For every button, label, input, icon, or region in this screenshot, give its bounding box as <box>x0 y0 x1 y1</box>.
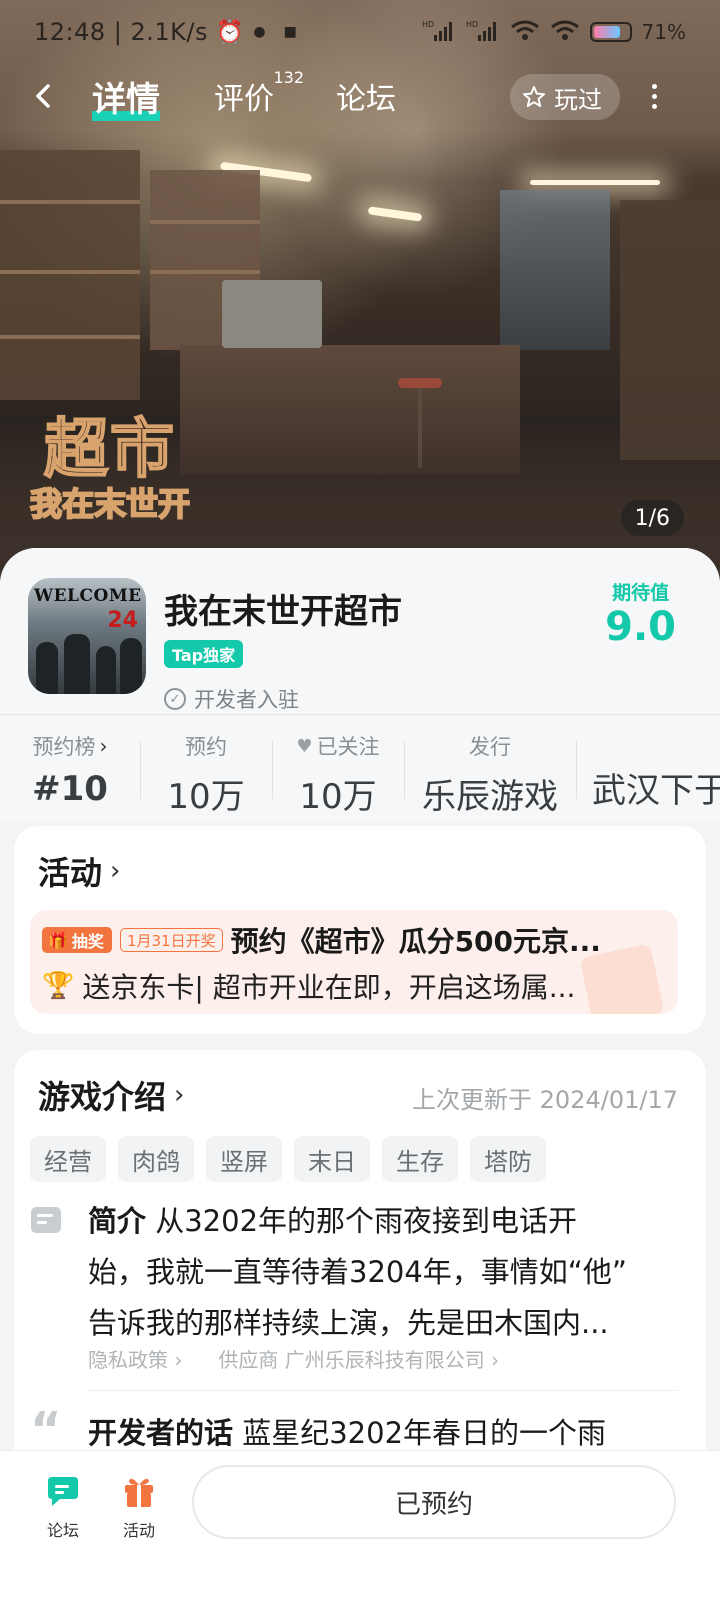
chat-bubble-icon <box>43 1471 83 1511</box>
expectation-score: 期待值 9.0 <box>605 582 676 650</box>
status-bar: 12:48 | 2.1K/s ⏰ ● ■ HD HD 71% <box>0 0 720 64</box>
draw-date-tag: 1月31日开奖 <box>119 928 223 952</box>
intro-links: 隐私政策 › 供应商 广州乐辰科技有限公司 › <box>88 1344 499 1373</box>
chevron-right-icon: › <box>174 1080 185 1110</box>
zombie-figure <box>36 642 58 694</box>
intro-section-title[interactable]: 游戏介绍 › <box>38 1072 184 1118</box>
activity-section-title[interactable]: 活动 › <box>38 848 120 894</box>
stat-reservation-rank[interactable]: 预约榜 › #10 <box>0 715 140 822</box>
hero-header: 12:48 | 2.1K/s ⏰ ● ■ HD HD 71% 详情 评价 132… <box>0 0 720 600</box>
summary-row[interactable]: 简介 从3202年的那个雨夜接到电话开 始，我就一直等待着3204年，事情如“他… <box>30 1196 660 1349</box>
tag-chip[interactable]: 经营 <box>30 1136 106 1182</box>
carousel-page-indicator: 1/6 <box>620 500 684 536</box>
supplier-link[interactable]: 供应商 广州乐辰科技有限公司 › <box>218 1344 499 1373</box>
chevron-left-icon <box>36 84 50 108</box>
last-updated: 上次更新于 2024/01/17 <box>412 1086 678 1114</box>
notification-icon: ■ <box>283 24 297 40</box>
tab-details[interactable]: 详情 <box>92 72 160 121</box>
shelf <box>620 200 720 460</box>
tab-reviews[interactable]: 评价 132 <box>214 68 304 118</box>
shelf-line <box>150 220 260 224</box>
shelf-line <box>0 200 140 204</box>
shelf-line <box>0 335 140 339</box>
svg-text:HD: HD <box>466 20 478 29</box>
zombie-figure <box>120 638 142 694</box>
alarm-icon: ⏰ <box>216 19 244 45</box>
top-nav: 详情 评价 132 论坛 玩过 <box>0 64 720 128</box>
lottery-tag: 🎁 抽奖 <box>42 927 112 953</box>
shop-window <box>500 190 610 350</box>
more-options-button[interactable] <box>644 76 664 116</box>
activity-item[interactable]: 🎁 抽奖 1月31日开奖 预约《超市》瓜分500元京... 🏆 送京东卡| 超市开… <box>30 910 678 1014</box>
battery-percent: 71% <box>641 20 686 44</box>
tag-chip[interactable]: 末日 <box>294 1136 370 1182</box>
wifi-icon <box>510 19 540 46</box>
gift-icon <box>119 1471 159 1511</box>
trophy-icon: 🏆 <box>42 971 75 1001</box>
reserved-button[interactable]: 已预约 <box>192 1465 676 1539</box>
ceiling-lamp <box>530 180 660 185</box>
status-time: 12:48 | 2.1K/s <box>34 18 209 46</box>
stat-publisher[interactable]: 发行 乐辰游戏 <box>404 715 576 822</box>
cash-register <box>222 280 322 348</box>
back-button[interactable] <box>0 64 92 128</box>
wifi-icon <box>550 19 580 46</box>
shelf-line <box>150 270 260 274</box>
reviews-count-badge: 132 <box>273 68 304 87</box>
svg-text:HD: HD <box>422 20 434 29</box>
signal-icon: HD <box>466 19 500 46</box>
chevron-right-icon: › <box>99 734 108 758</box>
stat-following[interactable]: ♥ 已关注 10万 <box>272 715 404 822</box>
game-detail-sheet: WELCOME 24 我在末世开超市 Tap独家 ✓ 开发者入驻 期待值 9.0… <box>0 548 720 1600</box>
tag-chip[interactable]: 塔防 <box>470 1136 546 1182</box>
tag-chip[interactable]: 生存 <box>382 1136 458 1182</box>
game-title: 我在末世开超市 <box>164 592 402 632</box>
activity-headline: 预约《超市》瓜分500元京... <box>230 925 601 958</box>
screenshot-carousel[interactable]: 超市 我在末世开 <box>0 140 720 570</box>
bottom-action-bar: 论坛 活动 已预约 <box>0 1450 720 1600</box>
summary-text: 简介 从3202年的那个雨夜接到电话开 始，我就一直等待着3204年，事情如“他… <box>88 1204 627 1340</box>
shelf-line <box>0 270 140 274</box>
gift-icon: 🎁 <box>48 930 68 950</box>
game-icon[interactable]: WELCOME 24 <box>28 578 146 694</box>
game-logo-artwork: 超市 我在末世开 <box>29 413 191 524</box>
quote-icon: “ <box>30 1402 62 1458</box>
shelf <box>0 150 140 400</box>
battery-icon <box>589 22 632 42</box>
ceiling-lamp <box>367 206 423 222</box>
activity-card: 活动 › 🎁 抽奖 1月31日开奖 预约《超市》瓜分500元京... 🏆 送京东卡|… <box>14 826 706 1034</box>
played-button[interactable]: 玩过 <box>510 74 620 120</box>
activity-subline: 送京东卡| 超市开业在即，开启这场属... <box>82 971 576 1004</box>
bottom-activity-button[interactable]: 活动 <box>104 1471 174 1541</box>
game-intro-card: 游戏介绍 › 上次更新于 2024/01/17 经营 肉鸽 竖屏 末日 生存 塔防… <box>14 1050 706 1490</box>
tag-chip[interactable]: 肉鸽 <box>118 1136 194 1182</box>
developer-verified[interactable]: ✓ 开发者入驻 <box>164 684 299 714</box>
game-header: WELCOME 24 我在末世开超市 Tap独家 ✓ 开发者入驻 期待值 9.0 <box>0 548 720 713</box>
star-icon <box>523 86 545 107</box>
chevron-right-icon: › <box>110 856 121 886</box>
stat-developer[interactable]: 武汉下于 <box>576 715 720 822</box>
bottom-forum-button[interactable]: 论坛 <box>28 1471 98 1541</box>
check-circle-icon: ✓ <box>164 688 186 710</box>
privacy-policy-link[interactable]: 隐私政策 › <box>88 1344 182 1373</box>
document-icon <box>31 1207 61 1233</box>
signal-icon: HD <box>422 19 456 46</box>
divider <box>88 1390 678 1391</box>
stat-reservations: 预约 10万 <box>140 715 272 822</box>
zombie-figure <box>64 634 90 694</box>
notification-icon: ● <box>253 24 266 40</box>
zombie-figure <box>96 646 116 694</box>
stats-row: 预约榜 › #10 预约 10万 ♥ 已关注 10万 发行 乐辰游戏 武汉下于 <box>0 714 720 822</box>
tab-forum[interactable]: 论坛 <box>336 74 396 118</box>
heart-icon: ♥ <box>296 735 313 757</box>
status-icons: HD HD 71% <box>422 19 686 46</box>
tap-exclusive-badge: Tap独家 <box>164 640 244 668</box>
tag-list: 经营 肉鸽 竖屏 末日 生存 塔防 <box>30 1136 546 1182</box>
tag-chip[interactable]: 竖屏 <box>206 1136 282 1182</box>
